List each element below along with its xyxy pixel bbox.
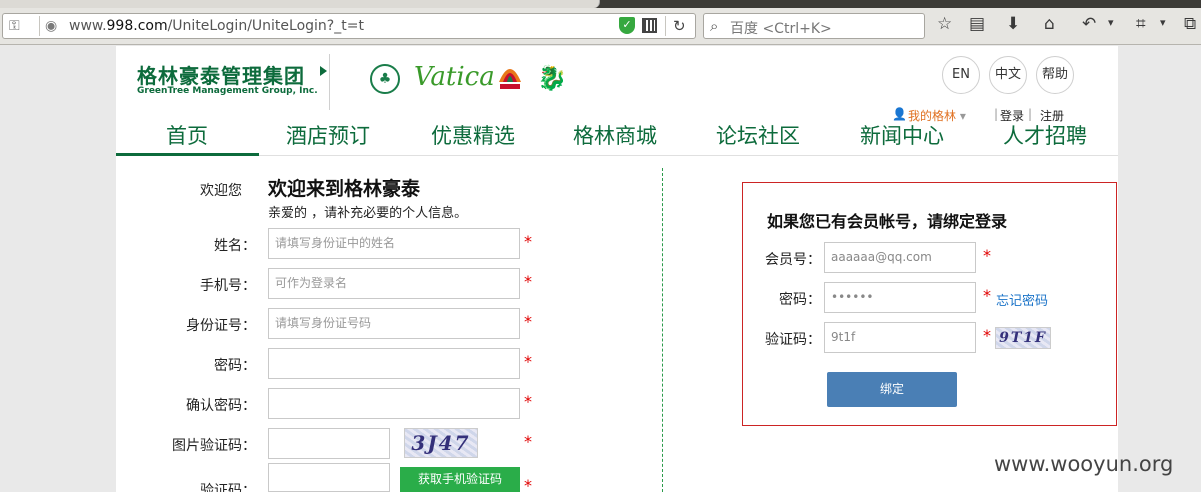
- watermark-text: www.wooyun.org: [994, 452, 1174, 476]
- required-mark: *: [524, 232, 532, 251]
- required-mark: *: [524, 392, 532, 411]
- nav-forum[interactable]: 论坛社区: [716, 120, 800, 150]
- logo-divider: [329, 54, 330, 110]
- name-label: 姓名：: [214, 238, 256, 254]
- required-mark: *: [983, 286, 991, 305]
- browser-toolbar: ⚿ ◉ www.998.com/UniteLogin/UniteLogin?_t…: [0, 8, 1201, 45]
- member-id-input[interactable]: aaaaaa@qq.com: [824, 242, 976, 273]
- bind-password-label: 密码：: [779, 292, 821, 308]
- required-mark: *: [524, 476, 532, 492]
- nav-active-indicator: [116, 153, 259, 156]
- bind-account-panel: 如果您已有会员帐号，请绑定登录 会员号： aaaaaa@qq.com * 密码：…: [742, 182, 1117, 426]
- search-placeholder: 百度 <Ctrl+K>: [730, 21, 832, 37]
- phone-input[interactable]: 可作为登录名: [268, 268, 520, 299]
- url-host: 998.com: [106, 18, 168, 34]
- site-identity-icon[interactable]: ⚿: [9, 18, 20, 34]
- url-path: /UniteLogin/UniteLogin?_t=t: [167, 18, 364, 34]
- required-mark: *: [524, 432, 532, 451]
- form-divider: [662, 168, 663, 492]
- crop-icon[interactable]: ⌗: [1136, 14, 1146, 34]
- sms-code-label: 验证码：: [200, 483, 256, 492]
- browser-tab-strip: [0, 0, 1201, 8]
- logo-chinese[interactable]: 格林豪泰管理集团: [137, 60, 305, 89]
- nav-deals[interactable]: 优惠精选: [431, 120, 515, 150]
- lang-zh-button[interactable]: 中文: [989, 56, 1027, 94]
- bookmark-star-icon[interactable]: ☆: [937, 14, 952, 34]
- greentree-inn-logo-icon[interactable]: ♣: [370, 64, 400, 94]
- nav-home[interactable]: 首页: [166, 120, 208, 150]
- logo-english[interactable]: GreenTree Management Group, Inc.: [137, 86, 318, 96]
- sms-code-input[interactable]: [268, 463, 390, 492]
- bind-title: 如果您已有会员帐号，请绑定登录: [767, 212, 1008, 231]
- member-id-label: 会员号：: [765, 252, 821, 268]
- vatica-logo[interactable]: Vatica: [414, 62, 495, 92]
- puzzle-icon[interactable]: ⧉: [1184, 14, 1196, 34]
- search-bar[interactable]: ⌕ 百度 <Ctrl+K>: [703, 13, 925, 39]
- welcome-title: 欢迎来到格林豪泰: [268, 178, 421, 200]
- nav-mall[interactable]: 格林商城: [573, 120, 657, 150]
- address-bar[interactable]: ⚿ ◉ www.998.com/UniteLogin/UniteLogin?_t…: [2, 13, 696, 39]
- confirm-password-input[interactable]: [268, 388, 520, 419]
- forgot-password-link[interactable]: 忘记密码: [996, 290, 1048, 309]
- required-mark: *: [524, 272, 532, 291]
- main-nav: 首页 酒店预订 优惠精选 格林商城 论坛社区 新闻中心 人才招聘: [116, 118, 1118, 156]
- image-captcha-input[interactable]: [268, 428, 390, 459]
- id-number-label: 身份证号：: [186, 318, 256, 334]
- gem-hotel-logo-icon[interactable]: [496, 60, 524, 94]
- image-captcha[interactable]: 3J47: [404, 428, 478, 458]
- bind-captcha-label: 验证码：: [765, 332, 821, 348]
- nav-hotel-booking[interactable]: 酒店预订: [286, 120, 370, 150]
- chevron-down-icon[interactable]: ▾: [1160, 16, 1166, 29]
- required-mark: *: [524, 352, 532, 371]
- required-mark: *: [983, 326, 991, 345]
- lang-en-button[interactable]: EN: [942, 56, 980, 94]
- logo-arrow-icon: [320, 66, 327, 76]
- welcome-subtitle: 亲爱的 ，请补充必要的个人信息。: [268, 206, 468, 221]
- reading-list-icon[interactable]: ▤: [969, 14, 985, 34]
- address-url[interactable]: www.998.com/UniteLogin/UniteLogin?_t=t: [69, 18, 364, 34]
- welcome-small: 欢迎您: [200, 183, 242, 199]
- name-input[interactable]: 请填写身份证中的姓名: [268, 228, 520, 259]
- url-prefix: www.: [69, 18, 107, 34]
- dragon-logo-icon[interactable]: 🐉: [537, 64, 567, 92]
- download-icon[interactable]: ⬇: [1006, 14, 1020, 34]
- nav-news[interactable]: 新闻中心: [860, 120, 944, 150]
- password-input[interactable]: [268, 348, 520, 379]
- get-sms-code-button[interactable]: 获取手机验证码: [400, 467, 520, 492]
- bind-captcha-image[interactable]: 9T1F: [995, 327, 1051, 349]
- reload-icon[interactable]: ↻: [673, 17, 686, 35]
- phone-label: 手机号：: [200, 278, 256, 294]
- home-icon[interactable]: ⌂: [1044, 14, 1055, 34]
- help-button[interactable]: 帮助: [1036, 56, 1074, 94]
- qr-code-icon[interactable]: [642, 18, 657, 33]
- search-icon: ⌕: [710, 17, 719, 35]
- globe-icon: ◉: [45, 18, 58, 34]
- required-mark: *: [983, 246, 991, 265]
- id-number-input[interactable]: 请填写身份证号码: [268, 308, 520, 339]
- chevron-down-icon[interactable]: ▾: [1108, 16, 1114, 29]
- image-captcha-label: 图片验证码：: [172, 438, 256, 454]
- address-divider: [39, 16, 40, 36]
- shield-icon[interactable]: ✓: [619, 17, 635, 34]
- bind-password-input[interactable]: ••••••: [824, 282, 976, 313]
- page-content: 格林豪泰管理集团 GreenTree Management Group, Inc…: [116, 46, 1118, 492]
- browser-tab[interactable]: [0, 0, 600, 8]
- undo-icon[interactable]: ↶: [1082, 14, 1096, 34]
- bind-button[interactable]: 绑定: [827, 372, 957, 407]
- required-mark: *: [524, 312, 532, 331]
- nav-careers[interactable]: 人才招聘: [1003, 120, 1087, 150]
- address-divider: [665, 16, 666, 36]
- password-label: 密码：: [214, 358, 256, 374]
- confirm-password-label: 确认密码：: [186, 398, 256, 414]
- bind-captcha-input[interactable]: 9t1f: [824, 322, 976, 353]
